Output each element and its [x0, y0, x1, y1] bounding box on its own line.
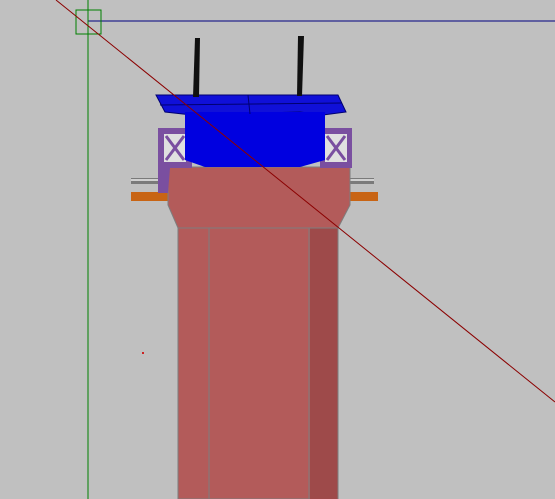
rail-plate-right: [346, 192, 378, 201]
point-marker: [142, 352, 144, 354]
pier-cap[interactable]: [167, 166, 351, 229]
pier-column[interactable]: [177, 227, 339, 499]
drawing-canvas[interactable]: [0, 0, 555, 499]
posts[interactable]: [193, 36, 304, 97]
post-left: [193, 38, 200, 97]
pier-shadow-face: [310, 228, 338, 499]
rail-plate-left: [131, 192, 171, 201]
post-right: [297, 36, 304, 96]
cad-viewport[interactable]: [0, 0, 555, 499]
